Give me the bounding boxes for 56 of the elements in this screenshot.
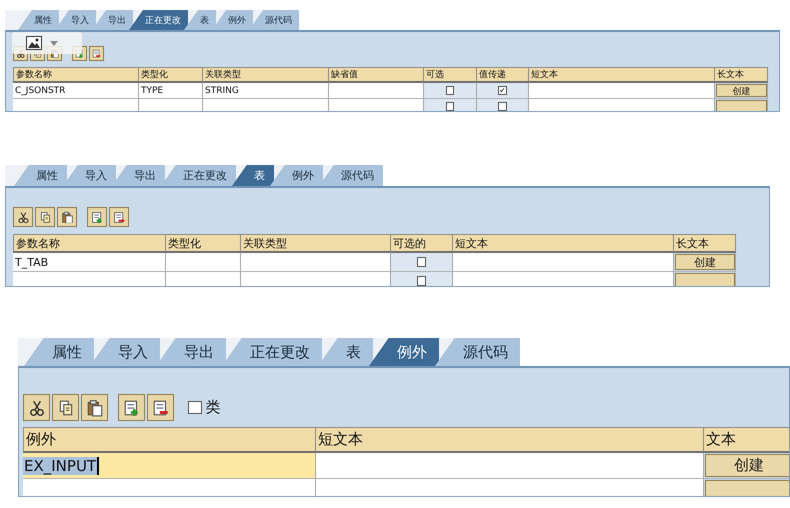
- checkbox[interactable]: [498, 86, 507, 95]
- checkbox[interactable]: [498, 102, 507, 111]
- tab[interactable]: 例外: [270, 165, 323, 186]
- cut-icon[interactable]: [23, 394, 50, 421]
- table-cell: T_TAB: [13, 253, 166, 272]
- tab[interactable]: 属性: [24, 338, 94, 366]
- column-header: 关联类型: [203, 67, 329, 83]
- insert-row-icon[interactable]: [87, 207, 107, 227]
- checkbox[interactable]: [416, 276, 426, 286]
- table-cell: [139, 99, 203, 111]
- column-header: 长文本: [715, 67, 768, 83]
- create-button[interactable]: 创建: [675, 254, 735, 270]
- copy-icon[interactable]: [52, 394, 79, 421]
- column-header: 参数名称: [13, 234, 166, 253]
- column-header: 参数名称: [13, 67, 139, 83]
- image-icon[interactable]: [26, 36, 42, 50]
- tab[interactable]: 属性: [18, 10, 59, 30]
- input-field[interactable]: EX_INPUT: [23, 453, 316, 479]
- create-button[interactable]: 创建: [705, 454, 789, 477]
- table-cell: TYPE: [139, 83, 203, 99]
- create-button[interactable]: [675, 273, 735, 286]
- column-header: 短文本: [316, 427, 704, 453]
- tab[interactable]: 属性: [14, 165, 67, 186]
- tab[interactable]: 正在更改: [129, 10, 188, 30]
- insert-row-icon[interactable]: [118, 394, 145, 421]
- create-button[interactable]: [716, 100, 767, 111]
- table-cell: C_JSONSTR: [13, 83, 139, 99]
- column-header: 长文本: [674, 234, 736, 253]
- checkbox[interactable]: [446, 86, 454, 95]
- column-header: 类型化: [166, 234, 241, 253]
- checkbox[interactable]: [416, 257, 426, 267]
- column-header: 文本: [704, 427, 789, 453]
- checkbox[interactable]: [446, 102, 454, 111]
- column-header: 缺省值: [329, 67, 424, 83]
- tab[interactable]: 表: [232, 165, 274, 186]
- column-header: 短文本: [529, 67, 715, 83]
- delete-row-icon[interactable]: [147, 394, 174, 421]
- tab[interactable]: 例外: [369, 338, 439, 366]
- paste-icon[interactable]: [57, 207, 77, 227]
- column-header: 例外: [23, 427, 316, 453]
- checkbox-label: 类: [206, 398, 220, 417]
- copy-icon[interactable]: [35, 207, 55, 227]
- create-button[interactable]: 创建: [716, 84, 767, 97]
- table-cell: STRING: [203, 83, 329, 99]
- column-header: 短文本: [453, 234, 674, 253]
- column-header: 可选: [424, 67, 477, 83]
- column-header: 值传递: [477, 67, 529, 83]
- delete-row-icon[interactable]: [109, 207, 129, 227]
- column-header: 可选的: [391, 234, 453, 253]
- checkbox[interactable]: [188, 400, 202, 414]
- column-header: 关联类型: [241, 234, 391, 253]
- delete-row-icon[interactable]: [89, 46, 104, 61]
- tab[interactable]: 源代码: [435, 338, 520, 366]
- column-header: 类型化: [139, 67, 203, 83]
- paste-icon[interactable]: [81, 394, 108, 421]
- cut-icon[interactable]: [13, 207, 33, 227]
